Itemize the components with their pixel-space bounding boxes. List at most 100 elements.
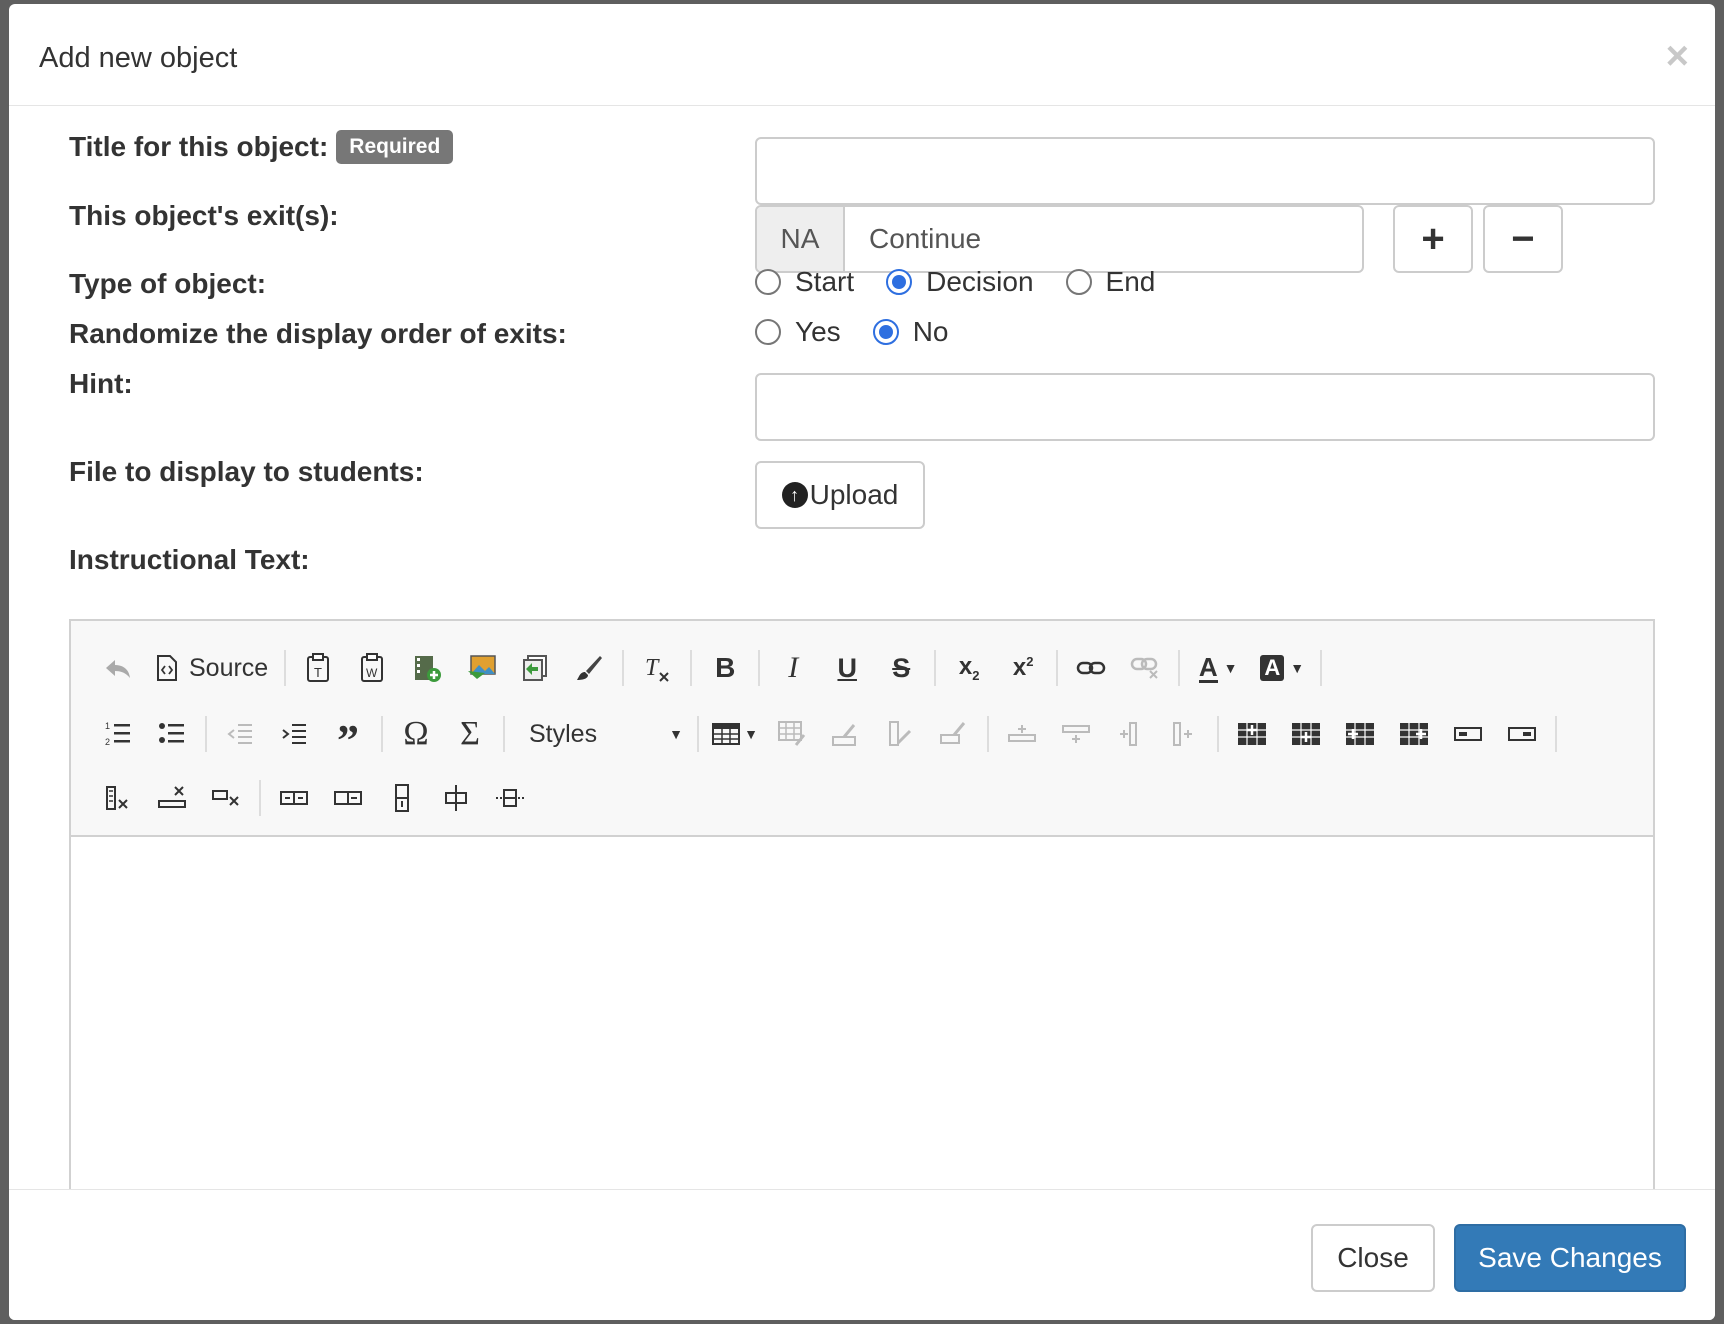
radio-yes[interactable] <box>755 319 781 345</box>
close-icon[interactable]: × <box>1666 36 1689 76</box>
indent-icon[interactable] <box>267 709 321 759</box>
styles-dropdown[interactable]: Styles ▼ <box>511 713 691 755</box>
svg-text:2: 2 <box>105 737 110 747</box>
toolbar-separator <box>697 716 699 752</box>
delete-column-icon[interactable] <box>91 773 145 823</box>
title-input[interactable] <box>755 137 1655 205</box>
randomize-label: Randomize the display order of exits: <box>69 318 567 349</box>
table-properties-icon[interactable] <box>765 709 819 759</box>
template-icon[interactable] <box>508 643 562 693</box>
unlink-icon[interactable] <box>1118 643 1172 693</box>
source-icon <box>157 655 177 681</box>
strikethrough-icon[interactable]: S <box>874 643 928 693</box>
video-icon[interactable] <box>400 643 454 693</box>
source-label: Source <box>189 653 269 682</box>
table-icon[interactable]: ▼ <box>705 709 765 759</box>
cell-align-middle-icon[interactable] <box>483 773 537 823</box>
table-insert-row-below-icon[interactable] <box>1279 709 1333 759</box>
merge-right-icon[interactable] <box>1495 709 1549 759</box>
table-insert-row-above-icon[interactable] <box>1225 709 1279 759</box>
upload-icon: ↑ <box>781 482 808 508</box>
toolbar-separator <box>1320 650 1323 686</box>
bulleted-list-icon[interactable] <box>145 709 199 759</box>
exit-input-group: NA Continue <box>755 205 1364 273</box>
text-color-icon[interactable]: A ▼ <box>1186 643 1250 693</box>
subscript-icon[interactable]: x2 <box>942 643 996 693</box>
randomize-option-label: Yes <box>795 316 841 347</box>
cell-properties-icon[interactable] <box>819 709 873 759</box>
radio-end[interactable] <box>1065 269 1092 295</box>
insert-row-before-icon[interactable] <box>995 709 1049 759</box>
randomize-option-yes[interactable]: Yes <box>755 316 841 348</box>
delete-cell-icon[interactable] <box>199 773 253 823</box>
toolbar-separator <box>381 716 383 752</box>
svg-text:W: W <box>366 666 378 680</box>
radio-start[interactable] <box>755 269 781 295</box>
blockquote-icon[interactable]: ” <box>321 709 375 763</box>
file-label: File to display to students: <box>69 456 424 487</box>
insert-column-before-icon[interactable] <box>1103 709 1157 759</box>
type-option-start[interactable]: Start <box>755 266 854 298</box>
toolbar-separator <box>1178 650 1181 686</box>
insert-column-after-icon[interactable] <box>1157 709 1211 759</box>
toolbar-separator <box>1056 650 1059 686</box>
modal-footer: Close Save Changes <box>9 1189 1715 1320</box>
toolbar-row-1: Source T W T B I U S x2 x2 A ▼ A ▼ <box>91 643 1328 693</box>
numbered-list-icon[interactable]: 12 <box>91 709 145 759</box>
exit-prefix: NA <box>757 207 845 271</box>
math-icon[interactable]: Σ <box>443 709 497 759</box>
cell-align-center-icon[interactable] <box>429 773 483 823</box>
exit-name-input[interactable]: Continue <box>845 207 1362 271</box>
styles-label: Styles <box>529 719 598 748</box>
close-button[interactable]: Close <box>1311 1224 1435 1292</box>
image-icon[interactable] <box>454 643 508 693</box>
randomize-option-label: No <box>912 316 949 347</box>
special-char-icon[interactable]: Ω <box>389 709 443 759</box>
delete-row-icon[interactable] <box>145 773 199 823</box>
underline-icon[interactable]: U <box>820 643 874 693</box>
paste-text-icon[interactable]: T <box>292 643 346 693</box>
insert-cell-icon[interactable] <box>375 773 429 823</box>
toolbar-separator <box>987 716 989 752</box>
undo-icon[interactable] <box>91 643 145 693</box>
add-exit-button[interactable]: + <box>1393 205 1473 273</box>
table-insert-col-right-icon[interactable] <box>1387 709 1441 759</box>
paste-word-icon[interactable]: W <box>346 643 400 693</box>
upload-button[interactable]: ↑ Upload <box>755 461 925 529</box>
italic-icon[interactable]: I <box>766 643 820 693</box>
toolbar-separator <box>622 650 625 686</box>
type-option-label: Start <box>795 266 855 297</box>
split-cell-vertical-icon[interactable] <box>321 773 375 823</box>
source-button[interactable]: Source <box>145 643 278 693</box>
title-label-text: Title for this object: <box>69 131 329 162</box>
column-properties-icon[interactable] <box>873 709 927 759</box>
merge-cells-icon[interactable] <box>1441 709 1495 759</box>
table-insert-col-left-icon[interactable] <box>1333 709 1387 759</box>
superscript-icon[interactable]: x2 <box>996 643 1050 693</box>
background-color-icon[interactable]: A ▼ <box>1250 643 1314 693</box>
exits-label: This object's exit(s): <box>69 200 339 231</box>
radio-decision[interactable] <box>886 269 913 295</box>
remove-format-icon[interactable]: T <box>630 643 684 693</box>
split-cell-horizontal-icon[interactable] <box>267 773 321 823</box>
outdent-icon[interactable] <box>213 709 267 759</box>
svg-text:T: T <box>314 665 322 680</box>
type-option-label: End <box>1105 266 1156 297</box>
type-option-decision[interactable]: Decision <box>886 266 1034 298</box>
link-icon[interactable] <box>1064 643 1118 693</box>
save-changes-button[interactable]: Save Changes <box>1454 1224 1686 1292</box>
toolbar-separator <box>1217 716 1219 752</box>
chevron-down-icon: ▼ <box>669 726 683 742</box>
bold-icon[interactable]: B <box>698 643 752 693</box>
format-painter-icon[interactable] <box>562 643 616 693</box>
row-properties-icon[interactable] <box>927 709 981 759</box>
title-label: Title for this object: Required <box>69 130 454 164</box>
insert-row-after-icon[interactable] <box>1049 709 1103 759</box>
type-option-end[interactable]: End <box>1065 266 1156 298</box>
radio-no[interactable] <box>872 319 899 345</box>
remove-exit-button[interactable]: − <box>1483 205 1563 273</box>
hint-input[interactable] <box>755 373 1655 441</box>
editor-toolbar: Source T W T B I U S x2 x2 A ▼ A ▼ 1 2 ”… <box>71 621 1653 837</box>
randomize-option-no[interactable]: No <box>872 316 949 348</box>
hint-label: Hint: <box>69 368 133 399</box>
